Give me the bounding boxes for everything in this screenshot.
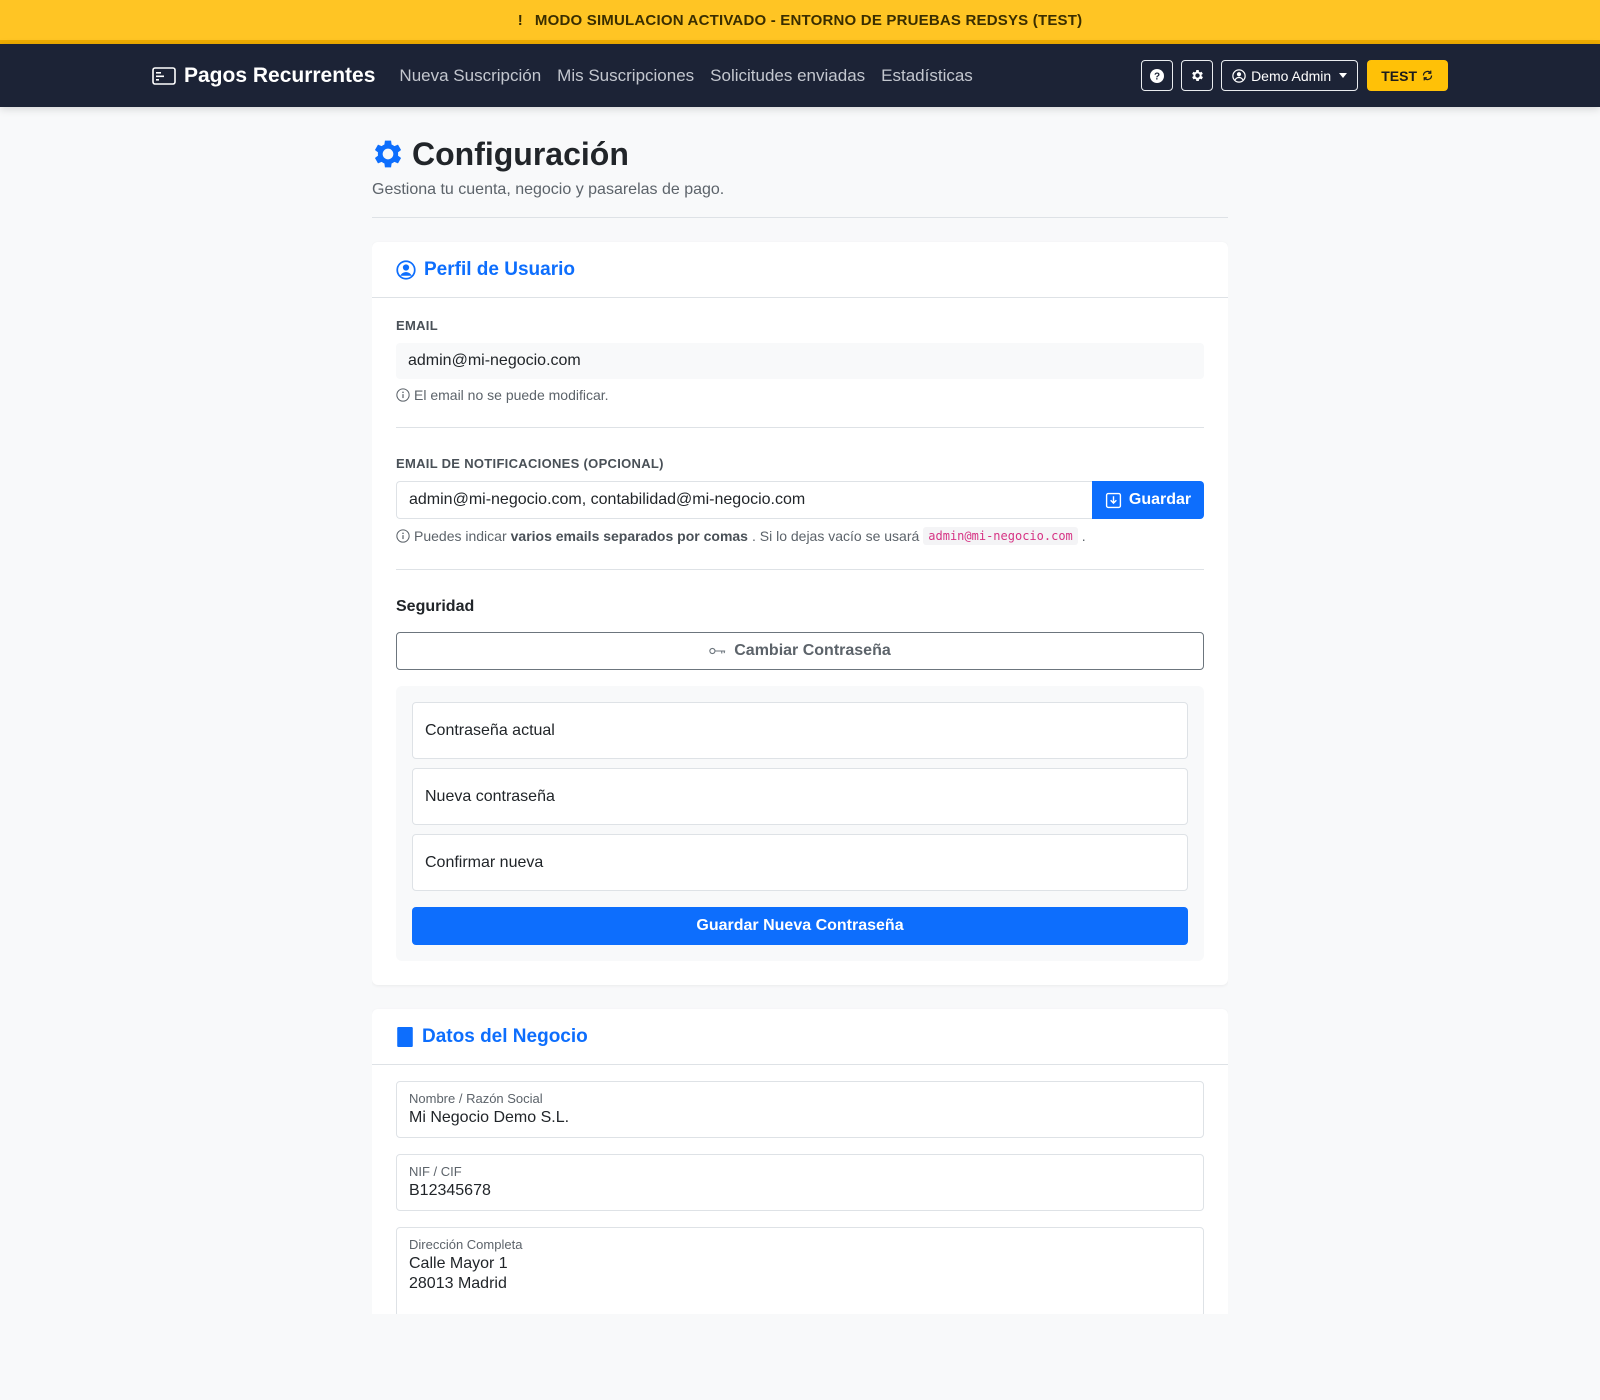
page-header: Configuración Gestiona tu cuenta, negoci… <box>372 107 1228 218</box>
page-title: Configuración <box>372 133 1228 175</box>
test-mode-label: TEST <box>1381 67 1417 84</box>
profile-card-header: Perfil de Usuario <box>372 242 1228 298</box>
caret-down-icon <box>1339 73 1348 78</box>
notification-help-text-2: . Si lo dejas vacío se usará <box>751 528 920 544</box>
notification-help: Puedes indicar varios emails separados p… <box>396 527 1204 545</box>
business-name-label: Nombre / Razón Social <box>409 1091 543 1106</box>
page-subtitle: Gestiona tu cuenta, negocio y pasarelas … <box>372 181 725 198</box>
info-circle-icon <box>396 388 410 402</box>
user-menu-button[interactable]: Demo Admin <box>1221 60 1359 91</box>
simulation-banner-text: MODO SIMULACION ACTIVADO - ENTORNO DE PR… <box>534 11 1083 29</box>
save-notification-label: Guardar <box>1128 491 1192 508</box>
info-circle-icon <box>396 529 410 543</box>
download-box-icon <box>1105 492 1121 508</box>
navbar-actions: ? Demo Admin TEST <box>1133 60 1448 91</box>
user-circle-icon <box>1232 68 1246 83</box>
building-icon <box>397 1026 413 1047</box>
nif-value: B12345678 <box>409 1182 491 1199</box>
simulation-banner: ! MODO SIMULACION ACTIVADO - ENTORNO DE … <box>0 0 1600 44</box>
notification-help-text-1: Puedes indicar <box>414 528 507 544</box>
email-help-text: El email no se puede modificar. <box>414 387 609 403</box>
notification-email-input[interactable]: admin@mi-negocio.com, contabilidad@mi-ne… <box>396 481 1092 519</box>
business-card: Datos del Negocio Nombre / Razón Social … <box>372 1009 1228 1314</box>
notification-help-bold: varios emails separados por comas <box>510 528 748 544</box>
business-card-header: Datos del Negocio <box>372 1009 1228 1065</box>
help-button[interactable]: ? <box>1141 60 1174 91</box>
notification-help-text-3: . <box>1081 528 1086 544</box>
nav-link-nueva-suscripcion[interactable]: Nueva Suscripción <box>399 66 541 86</box>
notification-email-group: admin@mi-negocio.com, contabilidad@mi-ne… <box>396 481 1204 519</box>
question-circle-icon: ? <box>1150 68 1165 83</box>
email-field: admin@mi-negocio.com <box>396 343 1204 379</box>
svg-text:?: ? <box>1154 71 1160 82</box>
nav-link-mis-suscripciones[interactable]: Mis Suscripciones <box>557 66 694 86</box>
notification-email-label: EMAIL DE NOTIFICACIONES (OPCIONAL) <box>396 456 664 471</box>
user-circle-icon <box>396 259 416 280</box>
business-card-title: Datos del Negocio <box>422 1025 588 1047</box>
gear-icon <box>374 140 402 168</box>
nif-label: NIF / CIF <box>409 1164 462 1179</box>
profile-card: Perfil de Usuario EMAIL admin@mi-negocio… <box>372 242 1228 985</box>
profile-card-body: EMAIL admin@mi-negocio.com El email no s… <box>372 298 1228 985</box>
address-label: Dirección Completa <box>409 1237 523 1252</box>
address-field[interactable]: Dirección Completa Calle Mayor 1 28013 M… <box>396 1227 1204 1314</box>
divider <box>396 427 1204 428</box>
brand[interactable]: Pagos Recurrentes <box>152 64 375 88</box>
email-label: EMAIL <box>396 318 438 333</box>
gear-icon <box>1191 70 1203 81</box>
divider <box>396 569 1204 570</box>
profile-card-title: Perfil de Usuario <box>424 258 575 280</box>
business-card-body: Nombre / Razón Social Mi Negocio Demo S.… <box>372 1065 1228 1314</box>
confirm-password-field[interactable]: Confirmar nueva <box>412 834 1188 891</box>
address-line-1: Calle Mayor 1 <box>409 1255 508 1272</box>
terminal-card-icon <box>152 66 176 85</box>
page-title-text: Configuración <box>412 135 629 172</box>
navbar: Pagos Recurrentes Nueva Suscripción Mis … <box>0 44 1600 107</box>
notification-help-code: admin@mi-negocio.com <box>923 527 1078 545</box>
security-title: Seguridad <box>396 598 475 615</box>
nif-field[interactable]: NIF / CIF B12345678 <box>396 1154 1204 1211</box>
business-name-value: Mi Negocio Demo S.L. <box>409 1109 570 1126</box>
current-password-field[interactable]: Contraseña actual <box>412 702 1188 759</box>
new-password-field[interactable]: Nueva contraseña <box>412 768 1188 825</box>
key-icon <box>709 647 726 655</box>
password-panel: Contraseña actual Nueva contraseña Confi… <box>396 686 1204 961</box>
user-name: Demo Admin <box>1251 67 1332 84</box>
address-line-2: 28013 Madrid <box>409 1275 507 1292</box>
business-name-field[interactable]: Nombre / Razón Social Mi Negocio Demo S.… <box>396 1081 1204 1138</box>
nav-link-estadisticas[interactable]: Estadísticas <box>881 66 973 86</box>
change-password-label: Cambiar Contraseña <box>734 642 891 659</box>
settings-button[interactable] <box>1181 60 1214 91</box>
test-mode-button[interactable]: TEST <box>1367 60 1448 91</box>
save-password-button[interactable]: Guardar Nueva Contraseña <box>412 907 1188 945</box>
nav-link-solicitudes-enviadas[interactable]: Solicitudes enviadas <box>710 66 865 86</box>
email-help: El email no se puede modificar. <box>396 387 1204 403</box>
save-notification-button[interactable]: Guardar <box>1092 481 1204 519</box>
change-password-button[interactable]: Cambiar Contraseña <box>396 632 1204 670</box>
brand-name: Pagos Recurrentes <box>184 63 376 87</box>
exclamation-icon: ! <box>517 11 523 29</box>
main-content: Configuración Gestiona tu cuenta, negoci… <box>372 107 1228 1314</box>
refresh-icon <box>1422 70 1433 81</box>
